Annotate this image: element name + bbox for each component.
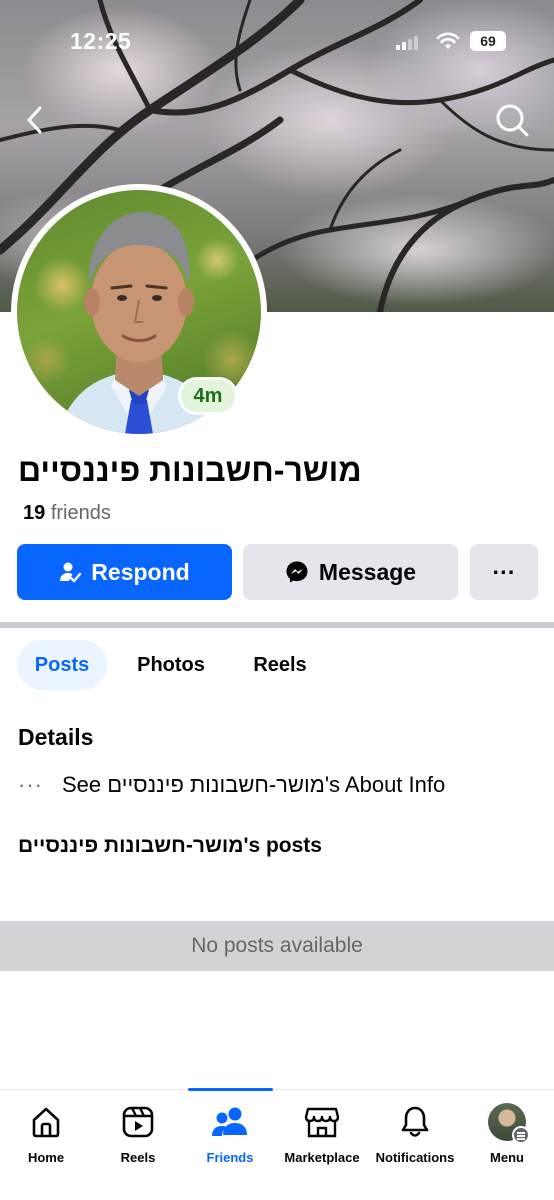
person-check-icon xyxy=(59,561,82,583)
tab-photos[interactable]: Photos xyxy=(128,640,214,690)
nav-label-notifications: Notifications xyxy=(375,1150,455,1165)
reels-icon xyxy=(122,1106,154,1138)
friends-number: 19 xyxy=(23,502,46,524)
section-divider xyxy=(0,622,554,628)
respond-button[interactable]: Respond xyxy=(17,544,232,600)
nav-notifications[interactable]: Notifications xyxy=(369,1102,461,1172)
signal-icon xyxy=(396,34,422,55)
nav-menu[interactable]: Menu xyxy=(461,1102,553,1172)
search-icon xyxy=(496,104,529,137)
message-label: Message xyxy=(318,558,417,585)
about-info-text: See מושר-חשבונות פיננסיים's About Info xyxy=(62,772,446,797)
battery-icon: 69 xyxy=(470,31,506,51)
nav-label-menu: Menu xyxy=(490,1150,524,1165)
respond-label: Respond xyxy=(91,558,190,585)
friends-icon xyxy=(212,1107,247,1136)
search-button[interactable] xyxy=(492,100,532,140)
about-info-link[interactable]: ··· See מושר-חשבונות פיננסיים's About In… xyxy=(18,770,445,800)
posts-heading: מושר-חשבונות פיננסיים's posts xyxy=(18,834,322,857)
more-options-button[interactable]: ··· xyxy=(470,544,538,600)
nav-friends[interactable]: Friends xyxy=(184,1102,276,1172)
nav-home[interactable]: Home xyxy=(0,1102,92,1172)
nav-marketplace[interactable]: Marketplace xyxy=(276,1102,368,1172)
message-button[interactable]: Message xyxy=(243,544,458,600)
status-time: 12:25 xyxy=(70,28,132,54)
back-button[interactable] xyxy=(20,102,50,138)
details-heading: Details xyxy=(18,724,94,750)
nav-reels[interactable]: Reels xyxy=(92,1102,184,1172)
nav-label-friends: Friends xyxy=(206,1150,254,1165)
more-dots-icon: ··· xyxy=(492,558,516,585)
friends-label: friends xyxy=(50,502,111,524)
tab-posts[interactable]: Posts xyxy=(17,640,107,690)
menu-icon xyxy=(512,1126,530,1144)
bell-icon xyxy=(401,1106,429,1137)
no-posts-banner: No posts available xyxy=(0,921,554,971)
tab-reels[interactable]: Reels xyxy=(244,640,316,690)
chevron-left-icon xyxy=(27,106,42,134)
home-icon xyxy=(32,1107,60,1138)
active-tab-indicator xyxy=(188,1088,273,1091)
marketplace-icon xyxy=(304,1107,340,1138)
wifi-icon xyxy=(436,31,460,56)
nav-label-marketplace: Marketplace xyxy=(284,1150,360,1165)
nav-label-home: Home xyxy=(27,1150,65,1165)
friends-count[interactable]: 19 friends xyxy=(23,502,111,525)
bottom-nav: Home Reels Friends Marketplace Notificat… xyxy=(0,1088,554,1200)
messenger-icon xyxy=(285,560,309,584)
profile-name: מושר-חשבונות פיננסיים xyxy=(18,452,362,488)
menu-avatar xyxy=(488,1103,530,1144)
status-bar: 12:25 69 xyxy=(0,0,554,80)
nav-label-reels: Reels xyxy=(120,1150,156,1165)
more-dots-icon: ··· xyxy=(18,772,43,797)
active-time-badge: 4m xyxy=(178,377,238,415)
